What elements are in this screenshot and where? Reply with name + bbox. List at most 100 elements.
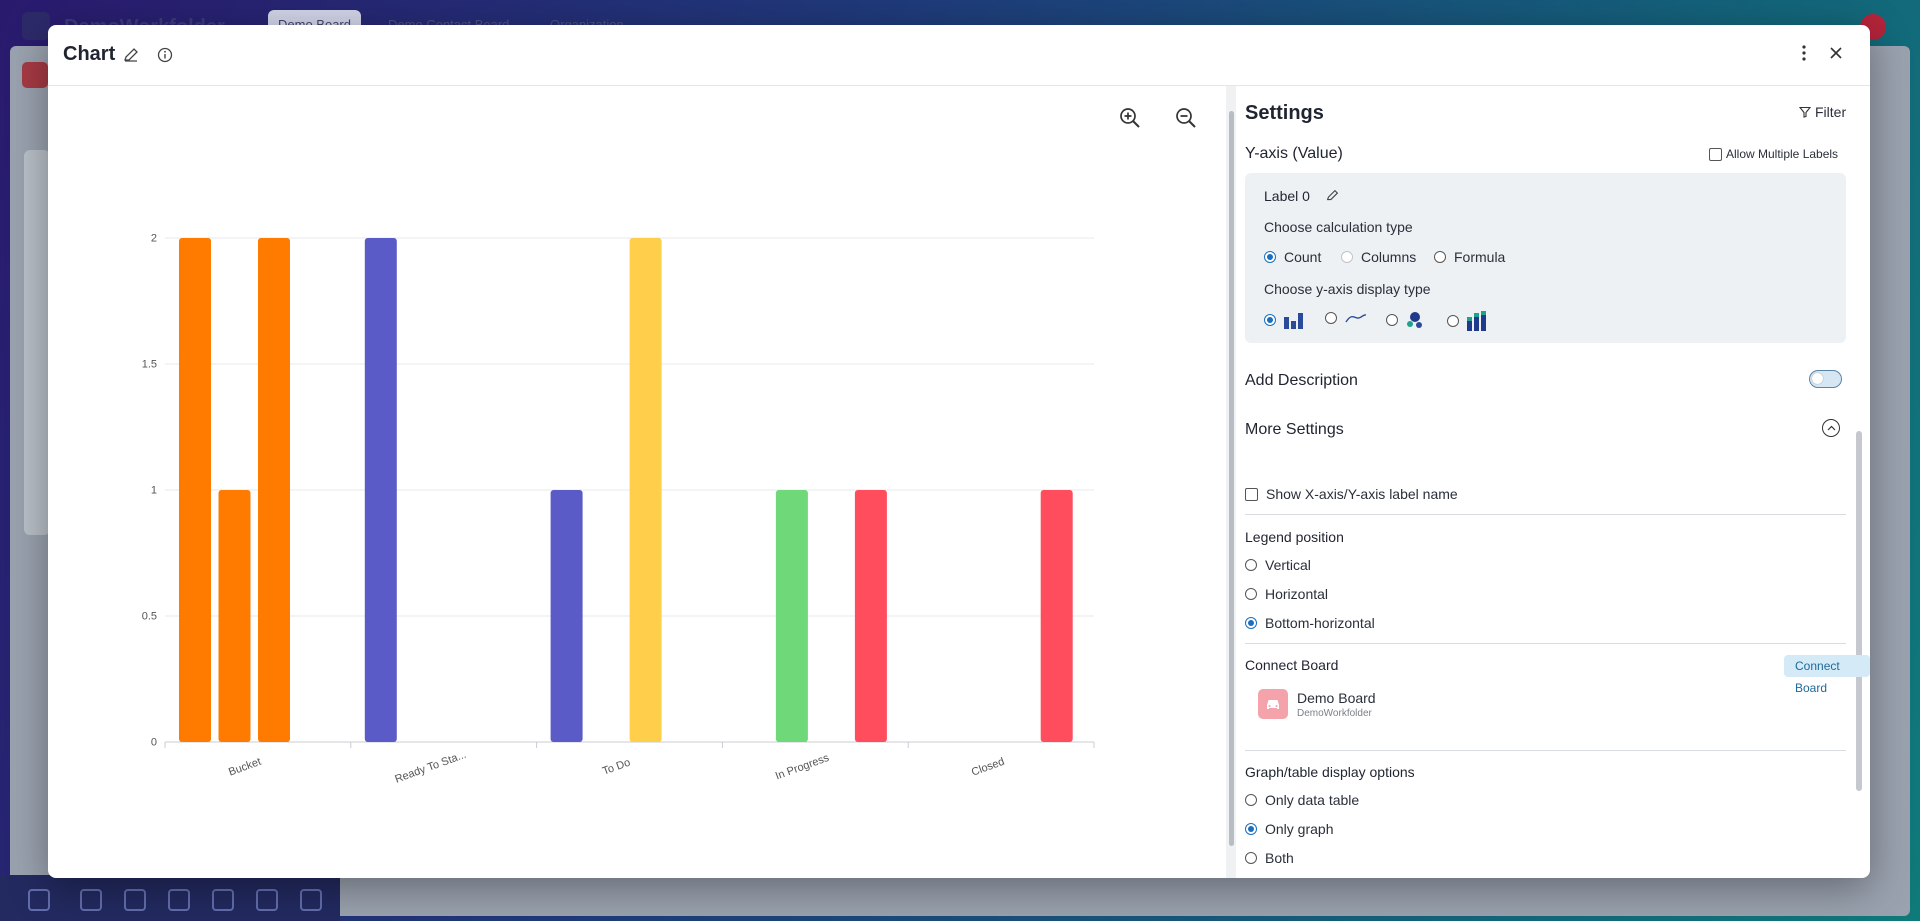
calc-option-formula[interactable]: Formula — [1434, 249, 1505, 265]
board-car-icon — [1258, 689, 1288, 719]
label-name: Label 0 — [1264, 188, 1339, 204]
id-card-icon — [168, 889, 190, 911]
chart-modal: Chart 0 0.5 1 1.5 2 Bucket Ready To Sta... To D… — [48, 25, 1870, 878]
bar — [629, 238, 662, 742]
display-option-both[interactable]: Both — [1245, 850, 1294, 866]
x-tick-label: Bucket — [227, 756, 263, 779]
display-option-only-graph[interactable]: Only graph — [1245, 821, 1333, 837]
legend-position-label: Legend position — [1245, 529, 1344, 545]
option-label: Vertical — [1265, 557, 1311, 573]
panel-scrollbar[interactable] — [1226, 86, 1236, 878]
connected-board-name[interactable]: Demo Board — [1297, 690, 1376, 706]
edit-title-icon[interactable] — [121, 45, 141, 65]
bar-chart: 0 0.5 1 1.5 2 Bucket Ready To Sta... To Do In Pr… — [142, 233, 1095, 786]
option-label: Only data table — [1265, 792, 1360, 808]
bar — [1040, 490, 1073, 742]
display-type-label: Choose y-axis display type — [1264, 281, 1431, 297]
legend-option-vertical[interactable]: Vertical — [1245, 557, 1311, 573]
bar — [550, 490, 583, 742]
bar — [775, 490, 808, 742]
scrollbar-thumb[interactable] — [1229, 111, 1234, 846]
option-label: Horizontal — [1265, 586, 1329, 602]
allow-multiple-labels-checkbox[interactable]: Allow Multiple Labels — [1709, 147, 1838, 161]
display-option-only-data-table[interactable]: Only data table — [1245, 792, 1359, 808]
x-tick-label: Closed — [970, 756, 1006, 779]
bar — [179, 238, 211, 742]
zoom-in-icon[interactable] — [1116, 104, 1144, 132]
y-tick-label: 1.5 — [142, 359, 157, 371]
show-axis-label-text: Show X-axis/Y-axis label name — [1266, 486, 1458, 502]
add-description-toggle[interactable] — [1809, 370, 1842, 388]
label-config-box: Label 0 Choose calculation type Count Co… — [1245, 173, 1846, 343]
line-chart-icon — [1345, 314, 1367, 323]
chevron-up-icon[interactable] — [1822, 419, 1840, 437]
display-type-line[interactable] — [1325, 311, 1367, 325]
option-label: Bottom-horizontal — [1265, 615, 1375, 631]
legend-option-bottom-horizontal[interactable]: Bottom-horizontal — [1245, 615, 1375, 631]
display-type-bubble[interactable] — [1386, 311, 1424, 329]
allow-multiple-labels-label: Allow Multiple Labels — [1726, 147, 1839, 161]
radio — [1245, 852, 1257, 864]
bar — [258, 238, 290, 742]
divider — [1245, 643, 1846, 644]
radio — [1264, 251, 1276, 263]
checkbox-box — [1709, 147, 1722, 161]
option-label: Count — [1284, 249, 1322, 265]
radio — [1386, 314, 1398, 326]
bar-chart-icon — [1284, 313, 1303, 329]
option-label: Formula — [1454, 249, 1506, 265]
display-options-label: Graph/table display options — [1245, 764, 1415, 780]
gauge-icon — [212, 889, 234, 911]
display-type-bar[interactable] — [1264, 311, 1304, 329]
background-board-icon — [22, 62, 48, 88]
radio — [1245, 559, 1257, 571]
close-icon[interactable] — [1824, 41, 1848, 65]
checkbox-box — [1245, 487, 1258, 501]
sparkle-icon — [80, 889, 102, 911]
calc-option-count[interactable]: Count — [1264, 249, 1321, 265]
more-options-icon[interactable] — [1792, 41, 1816, 65]
connect-board-button[interactable]: Connect Board — [1784, 655, 1870, 695]
radio — [1245, 823, 1257, 835]
zoom-out-icon[interactable] — [1172, 104, 1200, 132]
calc-option-columns[interactable]: Columns — [1341, 249, 1416, 265]
settings-scrollbar[interactable] — [1856, 431, 1862, 791]
timer-icon — [256, 889, 278, 911]
x-tick-label: In Progress — [774, 752, 831, 783]
calc-type-label: Choose calculation type — [1264, 219, 1413, 235]
pin-icon — [300, 889, 322, 911]
y-tick-label: 0.5 — [142, 611, 157, 623]
filter-button[interactable]: Filter — [1799, 104, 1846, 120]
y-tick-label: 1 — [151, 485, 157, 497]
edit-label-icon[interactable] — [1326, 189, 1339, 202]
filter-label: Filter — [1815, 104, 1847, 120]
bubble-chart-icon — [1407, 312, 1422, 328]
y-tick-label: 0 — [151, 737, 157, 749]
radio — [1341, 251, 1353, 263]
x-tick-label: Ready To Sta... — [393, 749, 468, 786]
yaxis-section-title: Y-axis (Value) — [1245, 145, 1343, 162]
option-label: Columns — [1361, 249, 1417, 265]
divider — [1245, 514, 1846, 515]
background-card — [24, 150, 50, 535]
home-icon — [22, 12, 50, 40]
more-settings-label: More Settings — [1245, 421, 1344, 438]
option-label: Only graph — [1265, 821, 1334, 837]
info-icon[interactable] — [155, 45, 175, 65]
show-axis-label-checkbox[interactable]: Show X-axis/Y-axis label name — [1245, 486, 1458, 502]
label-name-text: Label 0 — [1264, 188, 1310, 204]
radio — [1447, 315, 1459, 327]
radio — [1325, 312, 1337, 324]
settings-panel: Settings Filter Y-axis (Value) Allow Mul… — [1236, 86, 1870, 878]
x-tick-label: To Do — [601, 757, 632, 778]
display-type-stacked[interactable] — [1447, 311, 1487, 331]
legend-option-horizontal[interactable]: Horizontal — [1245, 586, 1328, 602]
modal-header: Chart — [48, 25, 1870, 86]
stacked-bar-icon — [1467, 311, 1486, 331]
radio — [1434, 251, 1446, 263]
add-description-label: Add Description — [1245, 372, 1358, 389]
filter-icon — [1799, 106, 1811, 118]
radio — [1245, 617, 1257, 629]
apps-grid-icon — [28, 889, 50, 911]
document-icon — [124, 889, 146, 911]
